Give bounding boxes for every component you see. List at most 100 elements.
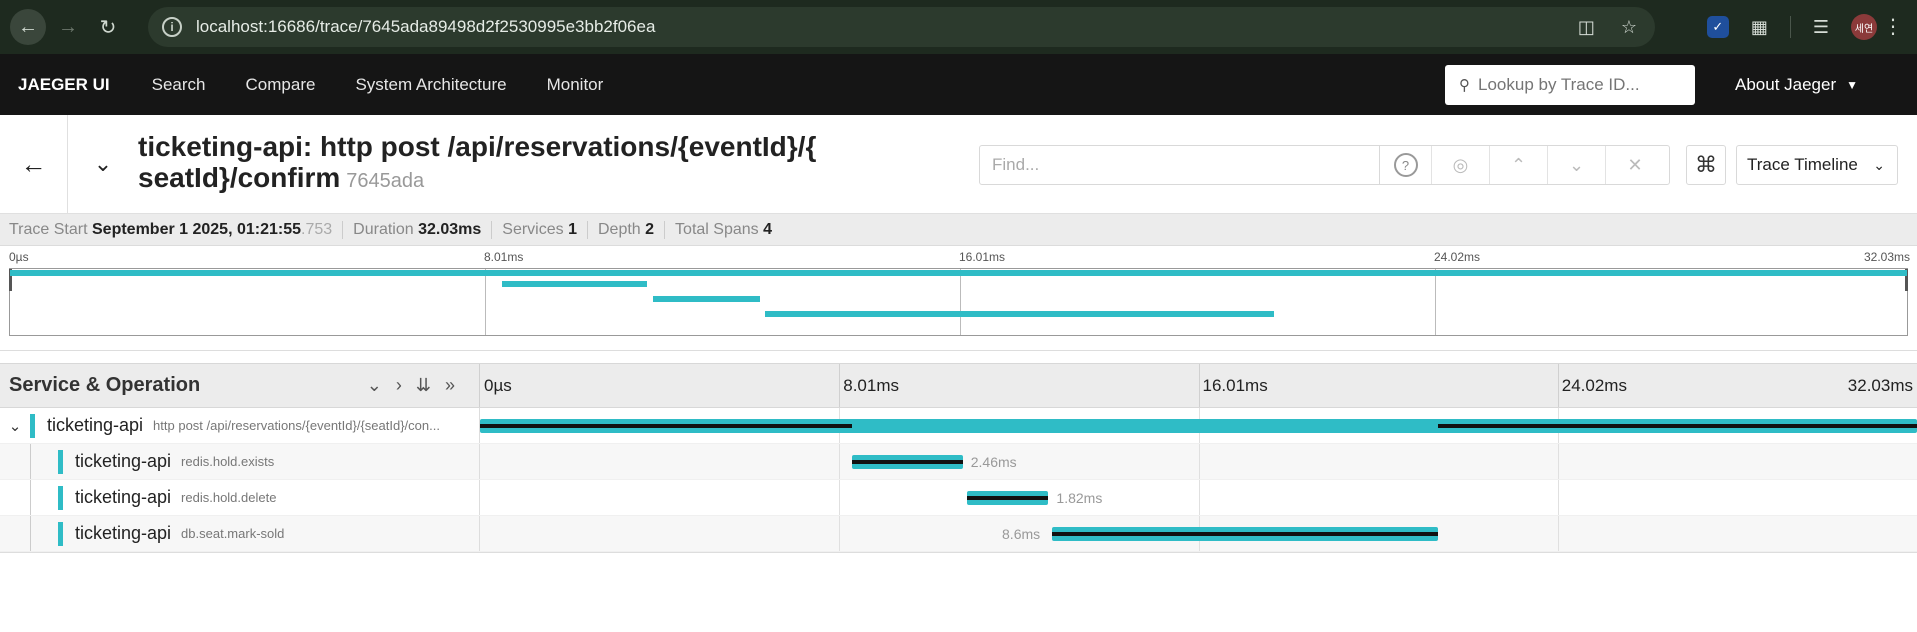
- span-operation-name[interactable]: redis.hold.delete: [181, 490, 276, 505]
- span-row[interactable]: ticketing-api redis.hold.delete 1.82ms: [0, 480, 1917, 516]
- timeline-gridline: [1198, 480, 1200, 515]
- span-row[interactable]: ⌄ ticketing-api http post /api/reservation…: [0, 408, 1917, 444]
- timeline-ticks: 0µs 8.01ms 16.01ms 24.02ms 32.03ms: [480, 364, 1917, 407]
- service-color-marker: [58, 449, 63, 474]
- span-name-cell[interactable]: ⌄ ticketing-api http post /api/reservation…: [0, 408, 480, 443]
- trace-summary-bar: Trace Start September 1 2025, 01:21:55.7…: [0, 214, 1917, 246]
- trace-total-spans: Total Spans 4: [675, 220, 773, 238]
- trace-id-lookup[interactable]: ⚲: [1445, 65, 1695, 105]
- browser-toolbar: ← → ↻ i localhost:16686/trace/7645ada894…: [0, 0, 1917, 54]
- find-help-button[interactable]: ?: [1380, 146, 1432, 184]
- chevron-down-icon: ▼: [1846, 77, 1859, 92]
- span-row[interactable]: ticketing-api db.seat.mark-sold 8.6ms: [0, 516, 1917, 552]
- span-timeline-cell[interactable]: 1.82ms: [480, 480, 1917, 515]
- service-operation-header: Service & Operation ⌄ › ⇊ »: [0, 364, 480, 407]
- nav-system-architecture[interactable]: System Architecture: [335, 75, 526, 95]
- span-duration-bar[interactable]: [480, 419, 1917, 433]
- critical-path-line: [852, 460, 963, 464]
- span-operation-name[interactable]: db.seat.mark-sold: [181, 526, 284, 541]
- bookmark-star-icon[interactable]: ☆: [1621, 17, 1637, 38]
- minimap-tick: 32.03ms: [1863, 250, 1910, 264]
- extension-shield-icon[interactable]: ✓: [1706, 16, 1729, 38]
- service-operation-label: Service & Operation: [9, 374, 201, 396]
- span-timeline-cell[interactable]: 8.6ms: [480, 516, 1917, 551]
- timeline-tick-label: 32.03ms: [1847, 376, 1913, 395]
- site-info-icon[interactable]: i: [162, 17, 182, 37]
- span-row[interactable]: ticketing-api redis.hold.exists 2.46ms: [0, 444, 1917, 480]
- back-arrow-icon[interactable]: ←: [0, 114, 68, 214]
- collapse-one-icon[interactable]: ⌄: [367, 375, 382, 396]
- trace-duration: Duration 32.03ms: [353, 220, 493, 239]
- expand-all-icon[interactable]: »: [445, 375, 455, 396]
- clear-find-button[interactable]: ✕: [1606, 146, 1664, 184]
- timeline-gridline: [1557, 480, 1559, 515]
- expand-toggle-icon[interactable]: ⌄: [4, 417, 26, 435]
- span-duration-bar[interactable]: [966, 491, 1049, 505]
- back-icon[interactable]: ←: [10, 9, 46, 45]
- span-service-name[interactable]: ticketing-api: [75, 487, 171, 508]
- service-color-marker: [58, 485, 63, 510]
- trace-title: ticketing-api: http post /api/reservatio…: [138, 131, 998, 197]
- span-duration-bar[interactable]: [1052, 527, 1438, 541]
- browser-menu-icon[interactable]: ⋮: [1883, 14, 1903, 39]
- translate-icon[interactable]: ◫: [1578, 17, 1595, 38]
- timeline-tick-label: 24.02ms: [1561, 376, 1627, 395]
- trace-minimap[interactable]: 0µs 8.01ms 16.01ms 24.02ms 32.03ms: [0, 246, 1917, 351]
- trace-id-input[interactable]: [1478, 75, 1678, 95]
- span-name-cell[interactable]: ticketing-api redis.hold.exists: [0, 444, 480, 479]
- indent-guide: [30, 444, 31, 479]
- minimap-gridline: [1435, 269, 1436, 335]
- collapse-header-icon[interactable]: ⌄: [68, 151, 138, 177]
- span-name-cell[interactable]: ticketing-api redis.hold.delete: [0, 480, 480, 515]
- nav-search[interactable]: Search: [132, 75, 226, 95]
- brand-logo[interactable]: JAEGER UI: [18, 75, 110, 95]
- span-operation-name[interactable]: http post /api/reservations/{eventId}/{s…: [153, 418, 440, 433]
- find-in-trace: Find... ? ◎ ⌃ ⌄ ✕: [979, 145, 1670, 185]
- critical-path-line: [1052, 532, 1438, 536]
- span-timeline-cell[interactable]: 2.46ms: [480, 444, 1917, 479]
- indent-guide: [30, 480, 31, 515]
- span-timeline-cell[interactable]: [480, 408, 1917, 443]
- address-bar[interactable]: i localhost:16686/trace/7645ada89498d2f2…: [148, 7, 1655, 47]
- profile-avatar[interactable]: 세연: [1851, 14, 1877, 40]
- span-name-cell[interactable]: ticketing-api db.seat.mark-sold: [0, 516, 480, 551]
- extensions-puzzle-icon[interactable]: ▦: [1751, 17, 1768, 38]
- span-service-name[interactable]: ticketing-api: [75, 523, 171, 544]
- collapse-all-icon[interactable]: ⇊: [416, 375, 431, 396]
- minimap-gridline: [960, 269, 961, 335]
- media-queue-icon[interactable]: ☰: [1813, 17, 1829, 38]
- nav-monitor[interactable]: Monitor: [527, 75, 624, 95]
- timeline-tick-label: 8.01ms: [843, 376, 899, 395]
- span-duration-label: 1.82ms: [1056, 490, 1103, 506]
- minimap-span-bar: [10, 270, 1907, 276]
- timeline-header: Service & Operation ⌄ › ⇊ » 0µs 8.01ms 16.…: [0, 363, 1917, 408]
- keyboard-shortcuts-button[interactable]: ⌘: [1686, 145, 1726, 185]
- forward-icon[interactable]: →: [50, 9, 86, 45]
- view-mode-select[interactable]: Trace Timeline ⌄: [1736, 145, 1898, 185]
- trace-id-short: 7645ada: [346, 170, 425, 192]
- expand-one-icon[interactable]: ›: [396, 375, 402, 396]
- span-duration-bar[interactable]: [852, 455, 963, 469]
- reload-icon[interactable]: ↻: [90, 9, 126, 45]
- about-label[interactable]: About Jaeger: [1735, 75, 1836, 95]
- trace-start: Trace Start September 1 2025, 01:21:55.7…: [9, 220, 344, 239]
- toolbar-divider: [1789, 16, 1791, 38]
- jaeger-topnav: JAEGER UI Search Compare System Architec…: [0, 54, 1917, 115]
- about-jaeger-menu[interactable]: About Jaeger ▼: [1735, 54, 1858, 115]
- minimap-canvas[interactable]: [9, 268, 1908, 336]
- indent-guide: [30, 516, 31, 551]
- prev-match-button[interactable]: ⌃: [1490, 146, 1548, 184]
- timeline-tick-label: 0µs: [484, 376, 512, 395]
- trace-services: Services 1: [502, 220, 588, 239]
- next-match-button[interactable]: ⌄: [1548, 146, 1606, 184]
- find-input[interactable]: Find...: [980, 146, 1380, 184]
- span-service-name[interactable]: ticketing-api: [47, 415, 143, 436]
- minimap-tick: 8.01ms: [484, 250, 524, 264]
- nav-compare[interactable]: Compare: [226, 75, 336, 95]
- question-icon: ?: [1393, 153, 1418, 177]
- command-key-icon: ⌘: [1695, 152, 1717, 177]
- locate-span-button[interactable]: ◎: [1432, 146, 1490, 184]
- span-operation-name[interactable]: redis.hold.exists: [181, 454, 274, 469]
- span-service-name[interactable]: ticketing-api: [75, 451, 171, 472]
- url-text[interactable]: localhost:16686/trace/7645ada89498d2f253…: [196, 17, 655, 37]
